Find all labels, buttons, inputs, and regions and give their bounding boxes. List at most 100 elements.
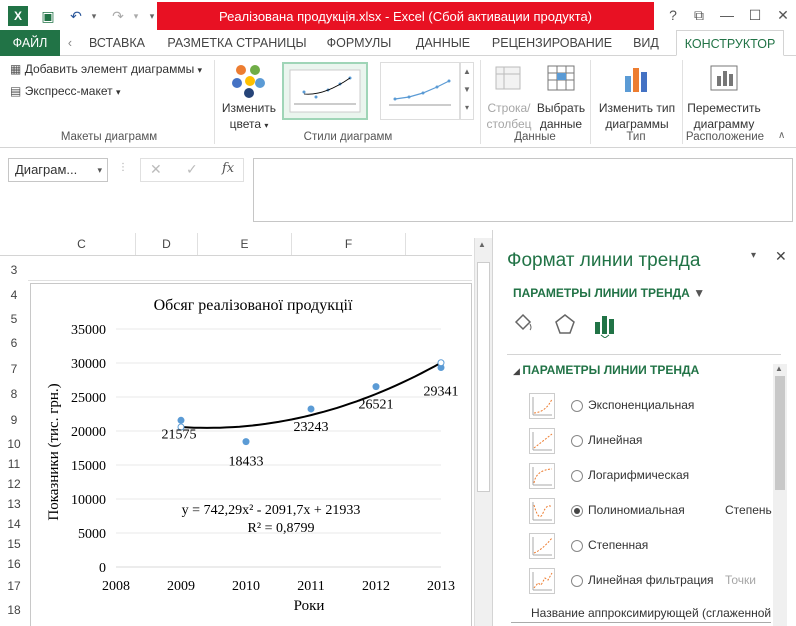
options-dropdown-label: ПАРАМЕТРЫ ЛИНИИ ТРЕНДА <box>513 286 690 300</box>
trendline-equation[interactable]: y = 742,29x² - 2091,7x + 21933 <box>182 503 361 518</box>
minimize-button[interactable]: — <box>714 4 740 26</box>
insert-function-icon[interactable]: fx <box>222 161 234 176</box>
tab-design[interactable]: КОНСТРУКТОР <box>676 30 784 56</box>
tab-review[interactable]: РЕЦЕНЗИРОВАНИЕ <box>488 30 616 56</box>
switch-row-label-2: столбец <box>486 117 532 131</box>
tab-view[interactable]: ВИД <box>626 30 666 56</box>
change-chart-type-button[interactable]: Изменить тип диаграммы <box>594 60 680 131</box>
switch-row-column-button[interactable]: Строка/ столбец <box>484 60 534 131</box>
row-header[interactable]: 9 <box>0 408 28 432</box>
trendline-r-squared[interactable]: R² = 0,8799 <box>248 521 315 536</box>
tab-page-layout[interactable]: РАЗМЕТКА СТРАНИЦЫ <box>162 30 312 56</box>
chevron-down-icon: ▾ <box>197 65 203 75</box>
row-header[interactable]: 18 <box>0 598 28 622</box>
row-header[interactable]: 6 <box>0 331 28 355</box>
option-power[interactable]: Степенная <box>493 531 783 561</box>
close-pane-icon[interactable]: ✕ <box>775 248 787 265</box>
options-dropdown[interactable]: ПАРАМЕТРЫ ЛИНИИ ТРЕНДА ▼ <box>513 286 705 300</box>
ribbon-display-button[interactable]: ⧉ <box>686 4 712 26</box>
chart[interactable]: Обсяг реалізованої продукції 0 5000 10000 1… <box>30 283 472 626</box>
row-header[interactable]: 4 <box>0 283 28 307</box>
chart-style-2[interactable] <box>380 62 460 120</box>
scroll-up-icon[interactable]: ▲ <box>478 240 486 249</box>
column-header-d[interactable]: D <box>136 233 198 255</box>
cancel-icon[interactable]: ✕ <box>150 161 162 178</box>
data-label[interactable]: 23243 <box>294 420 329 435</box>
name-box[interactable]: Диаграм... ▾ <box>8 158 108 182</box>
x-axis-title[interactable]: Роки <box>294 598 325 614</box>
row-header[interactable]: 3 <box>0 258 28 282</box>
select-all-corner[interactable] <box>0 233 28 255</box>
row-header[interactable]: 8 <box>0 382 28 406</box>
tab-insert[interactable]: ВСТАВКА <box>82 30 152 56</box>
y-tick-label: 15000 <box>71 459 106 474</box>
maximize-button[interactable]: ☐ <box>742 4 768 26</box>
period-label: Точки <box>725 573 757 587</box>
tab-file[interactable]: ФАЙЛ <box>0 30 60 56</box>
undo-icon[interactable]: ↶ <box>66 6 86 26</box>
scroll-up-icon[interactable]: ▲ <box>775 364 783 373</box>
section-header[interactable]: ◢ ПАРАМЕТРЫ ЛИНИИ ТРЕНДА <box>513 363 699 377</box>
undo-dropdown-icon[interactable]: ▾ <box>84 6 104 26</box>
radio-moving-average[interactable] <box>571 575 583 587</box>
collapse-ribbon-icon[interactable]: ∧ <box>778 130 785 141</box>
formula-input[interactable] <box>253 158 793 222</box>
row-header[interactable]: 16 <box>0 552 28 576</box>
data-point[interactable] <box>177 416 185 424</box>
chart-style-1[interactable] <box>282 62 368 120</box>
pane-title: Формат линии тренда <box>507 250 701 271</box>
enter-icon[interactable]: ✓ <box>186 161 198 178</box>
column-header-c[interactable]: C <box>28 233 136 255</box>
row-header[interactable]: 17 <box>0 574 28 598</box>
close-button[interactable]: ✕ <box>770 4 796 26</box>
fill-line-icon[interactable] <box>511 312 535 336</box>
save-icon[interactable]: ▣ <box>38 6 58 26</box>
section-header-label: ПАРАМЕТРЫ ЛИНИИ ТРЕНДА <box>522 363 700 377</box>
tab-data[interactable]: ДАННЫЕ <box>408 30 478 56</box>
x-tick-label: 2010 <box>232 579 260 594</box>
change-colors-button[interactable]: Изменить цвета ▾ <box>220 60 278 131</box>
radio-logarithmic[interactable] <box>571 470 583 482</box>
radio-exponential[interactable] <box>571 400 583 412</box>
styles-scroll[interactable]: ▲ ▼ ▾ <box>460 62 474 120</box>
radio-linear[interactable] <box>571 435 583 447</box>
column-header-e[interactable]: E <box>198 233 292 255</box>
trendline-options-icon[interactable] <box>593 312 617 339</box>
data-label[interactable]: 18433 <box>229 455 264 470</box>
quick-layout-button[interactable]: ▤ Экспресс-макет ▾ <box>10 84 121 98</box>
data-label[interactable]: 21575 <box>162 427 197 442</box>
data-point[interactable] <box>242 438 250 446</box>
select-data-button[interactable]: Выбрать данные <box>536 60 586 131</box>
scrollbar-thumb[interactable] <box>775 376 785 490</box>
data-point[interactable] <box>307 405 315 413</box>
option-polynomial[interactable]: Полиномиальная Степень <box>493 496 783 526</box>
data-label[interactable]: 26521 <box>359 398 394 413</box>
effects-icon[interactable] <box>553 312 577 336</box>
data-point[interactable] <box>372 383 380 391</box>
chart-title[interactable]: Обсяг реалізованої продукції <box>154 297 353 314</box>
option-logarithmic[interactable]: Логарифмическая <box>493 461 783 491</box>
radio-power[interactable] <box>571 540 583 552</box>
trendline-handle[interactable] <box>437 359 445 367</box>
option-moving-average[interactable]: Линейная фильтрация Точки <box>493 566 783 596</box>
option-exponential[interactable]: Экспоненциальная <box>493 391 783 421</box>
tab-formulas[interactable]: ФОРМУЛЫ <box>320 30 398 56</box>
option-linear[interactable]: Линейная <box>493 426 783 456</box>
y-axis-title[interactable]: Показники (тис. грн.) <box>46 383 62 520</box>
data-label[interactable]: 29341 <box>424 384 459 399</box>
vertical-scrollbar[interactable]: ▲ <box>474 238 492 626</box>
add-chart-element-button[interactable]: ▦ Добавить элемент диаграммы ▾ <box>10 62 202 76</box>
move-chart-button[interactable]: Переместить диаграмму <box>684 60 764 131</box>
redo-icon[interactable]: ↷ <box>108 6 128 26</box>
row-header[interactable]: 7 <box>0 357 28 381</box>
pane-scrollbar[interactable]: ▲ <box>773 364 787 626</box>
pane-options-icon[interactable]: ▾ <box>751 250 756 261</box>
column-header-f[interactable]: F <box>292 233 406 255</box>
row-header[interactable]: 5 <box>0 307 28 331</box>
help-button[interactable]: ? <box>660 4 686 26</box>
polynomial-trendline[interactable] <box>180 361 442 429</box>
tabs-scroll-left-icon[interactable]: ‹ <box>62 30 78 56</box>
palette-icon <box>232 65 265 98</box>
scrollbar-thumb[interactable] <box>477 262 490 492</box>
radio-polynomial[interactable] <box>571 505 583 517</box>
